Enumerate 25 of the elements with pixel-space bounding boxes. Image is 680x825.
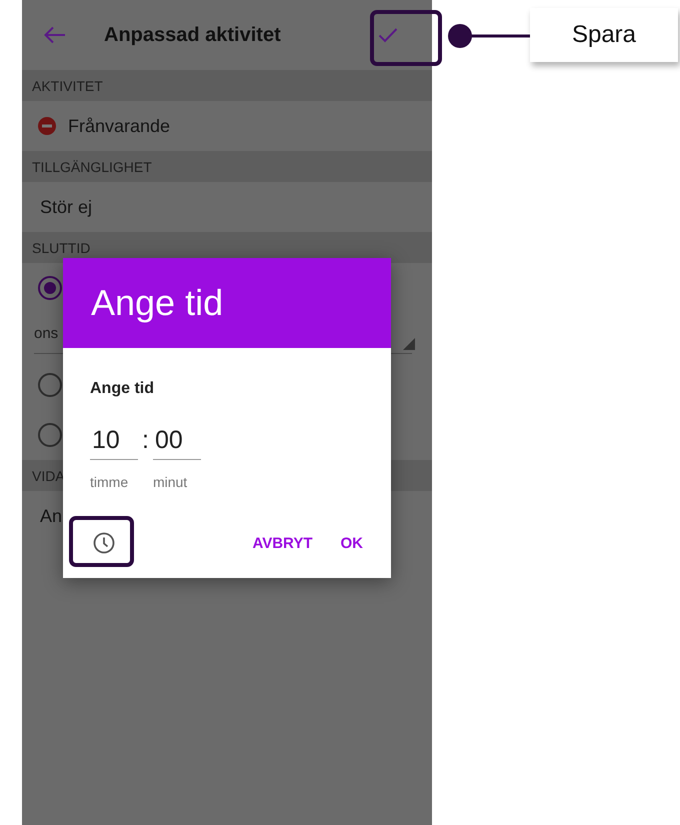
highlight-frame — [69, 516, 134, 567]
section-heading: VIDA — [32, 468, 65, 484]
hour-caption: timme — [90, 474, 130, 490]
option-text[interactable]: An — [38, 506, 62, 526]
field-label: Ange tid — [90, 380, 155, 398]
option-text[interactable]: Stör ej — [38, 196, 92, 218]
dropdown-arrow-icon — [403, 338, 415, 350]
time-separator: : — [142, 426, 149, 455]
section-heading: AKTIVITET — [32, 78, 103, 94]
checkmark-icon — [378, 27, 398, 43]
back-arrow-icon[interactable] — [44, 26, 66, 44]
do-not-disturb-icon — [38, 117, 56, 135]
dialog-title: Ange tid — [91, 282, 224, 324]
clock-icon[interactable] — [93, 532, 115, 554]
hour-field[interactable]: 10 — [90, 426, 138, 460]
dialog-button[interactable]: AVBRYT — [252, 534, 312, 552]
minute-field[interactable]: 00 — [152, 426, 201, 460]
section-heading: SLUTTID — [32, 240, 90, 256]
highlight-frame — [370, 10, 442, 66]
screen-title: Anpassad aktivitet — [104, 24, 282, 46]
section-heading: TILLGÄNGLIGHET — [32, 158, 152, 174]
callout-label: Spara — [530, 8, 678, 62]
dialog-button[interactable]: OK — [340, 534, 363, 552]
minute-caption: minut — [152, 474, 188, 490]
activity-status[interactable]: Frånvarande — [66, 116, 170, 136]
